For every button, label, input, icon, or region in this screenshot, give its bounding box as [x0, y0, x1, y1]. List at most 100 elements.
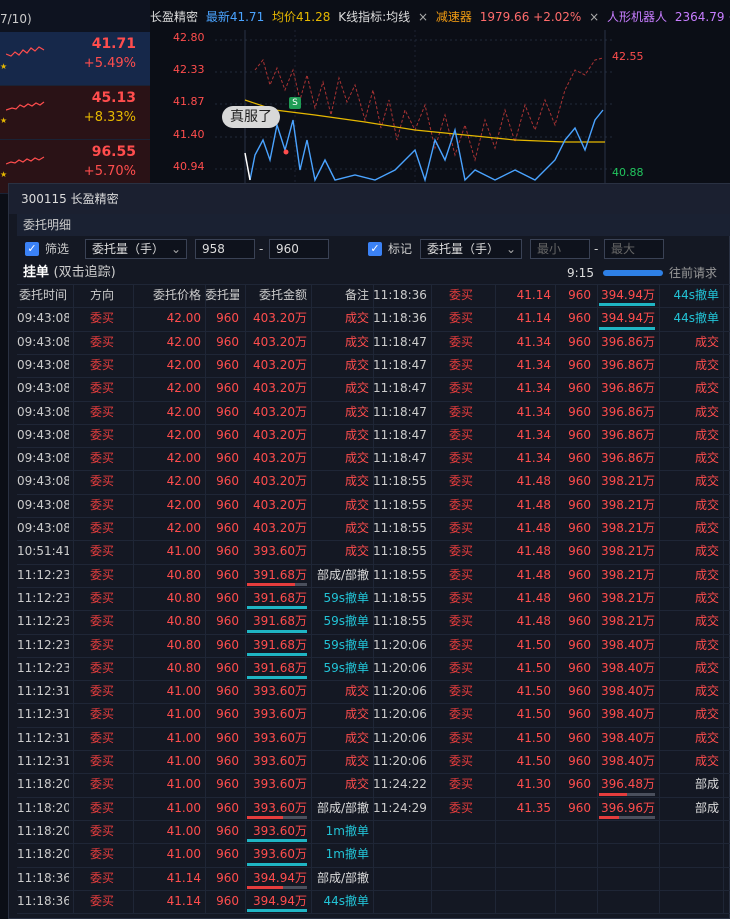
- left-cell-time[interactable]: 11:18:20: [17, 773, 69, 796]
- header-avg: 均价41.28: [272, 10, 331, 24]
- mark-min-input[interactable]: 最小: [530, 239, 590, 259]
- right-cell-time[interactable]: 11:18:55: [373, 517, 427, 540]
- left-cell-time[interactable]: 11:12:31: [17, 703, 69, 726]
- left-cell-remark: 成交: [344, 497, 369, 512]
- request-earlier-button[interactable]: 往前请求: [669, 262, 717, 284]
- right-cell-direction: 委买: [448, 777, 473, 792]
- right-cell-time[interactable]: 11:20:06: [373, 750, 427, 773]
- right-cell-time[interactable]: 11:18:47: [373, 447, 427, 470]
- star-icon: ★: [0, 170, 8, 179]
- right-cell-price: 41.48: [516, 590, 551, 605]
- right-cell-time[interactable]: 11:20:06: [373, 727, 427, 750]
- right-cell-time[interactable]: 11:18:36: [373, 284, 427, 307]
- left-amount-marker: [247, 862, 307, 866]
- right-cell-price: 41.34: [516, 404, 551, 419]
- left-cell-direction: 委买: [89, 870, 114, 885]
- left-cell-time[interactable]: 10:51:41: [17, 540, 69, 563]
- watchlist-change: +8.33%: [83, 110, 136, 125]
- left-cell-time[interactable]: 11:18:36: [17, 867, 69, 890]
- left-cell-time[interactable]: 09:43:08: [17, 377, 69, 400]
- right-cell-price: 41.48: [516, 614, 551, 629]
- left-cell-direction: 委买: [89, 777, 114, 792]
- right-cell-direction: 委买: [448, 357, 473, 372]
- left-cell-time[interactable]: 09:43:08: [17, 494, 69, 517]
- left-cell-time[interactable]: 09:43:08: [17, 354, 69, 377]
- right-cell-time[interactable]: 11:18:55: [373, 564, 427, 587]
- left-cell-time[interactable]: 09:43:08: [17, 307, 69, 330]
- mark-checkbox[interactable]: ✓: [368, 242, 382, 256]
- right-cell-direction: 委买: [448, 474, 473, 489]
- left-cell-time[interactable]: 11:12:31: [17, 680, 69, 703]
- left-cell-price: 41.00: [166, 730, 201, 745]
- filter-min-input[interactable]: 958: [195, 239, 255, 259]
- left-cell-time[interactable]: 11:12:31: [17, 727, 69, 750]
- right-cell-price: 41.34: [516, 357, 551, 372]
- header-indicator[interactable]: K线指标:均线: [338, 10, 410, 24]
- close-icon[interactable]: ×: [418, 10, 428, 24]
- left-cell-time[interactable]: 11:12:23: [17, 634, 69, 657]
- right-cell-time[interactable]: 11:18:55: [373, 540, 427, 563]
- left-cell-time[interactable]: 11:18:20: [17, 797, 69, 820]
- right-cell-direction: 委买: [448, 497, 473, 512]
- close-icon[interactable]: ×: [589, 10, 599, 24]
- left-cell-time[interactable]: 11:18:20: [17, 820, 69, 843]
- mark-max-input[interactable]: 最大: [604, 239, 664, 259]
- right-cell-time[interactable]: 11:18:47: [373, 377, 427, 400]
- left-cell-time[interactable]: 11:12:23: [17, 564, 69, 587]
- left-cell-time[interactable]: 11:12:23: [17, 657, 69, 680]
- watchlist-item[interactable]: ★ 41.71 +5.49%: [0, 32, 150, 86]
- filter-field-select[interactable]: 委托量（手） ⌄: [85, 239, 187, 259]
- left-cell-remark: 成交: [344, 381, 369, 396]
- right-cell-time[interactable]: 11:18:47: [373, 331, 427, 354]
- left-cell-volume: 960: [216, 497, 239, 512]
- left-cell-time[interactable]: 09:43:08: [17, 331, 69, 354]
- left-cell-time[interactable]: 11:12:31: [17, 750, 69, 773]
- right-cell-direction: 委买: [448, 311, 473, 326]
- left-cell-price: 41.00: [166, 684, 201, 699]
- watchlist-price: 45.13: [91, 90, 136, 106]
- right-cell-time[interactable]: 11:18:47: [373, 401, 427, 424]
- left-cell-time[interactable]: 09:43:08: [17, 447, 69, 470]
- header-sector-1[interactable]: 减速器: [436, 10, 472, 24]
- filter-max-input[interactable]: 960: [269, 239, 329, 259]
- right-cell-volume: 960: [568, 777, 591, 792]
- left-cell-time[interactable]: 11:12:23: [17, 587, 69, 610]
- progress-bar: [603, 270, 663, 276]
- right-cell-time[interactable]: 11:18:47: [373, 424, 427, 447]
- left-cell-time[interactable]: 11:12:23: [17, 610, 69, 633]
- header-sector-2[interactable]: 人形机器人: [607, 10, 667, 24]
- right-cell-time[interactable]: 11:20:06: [373, 657, 427, 680]
- comment-bubble: 真服了: [222, 106, 280, 128]
- right-cell-time[interactable]: 11:18:47: [373, 354, 427, 377]
- col-header-price: 委托价格: [152, 288, 201, 302]
- left-cell-time[interactable]: 11:18:36: [17, 890, 69, 913]
- right-cell-time[interactable]: 11:20:06: [373, 680, 427, 703]
- right-cell-time[interactable]: 11:24:29: [373, 797, 427, 820]
- right-cell-time[interactable]: 11:18:55: [373, 610, 427, 633]
- right-cell-time[interactable]: 11:24:22: [373, 773, 427, 796]
- right-cell-time[interactable]: 11:20:06: [373, 703, 427, 726]
- right-cell-amount: 398.40万: [601, 660, 655, 675]
- left-cell-remark: 成交: [344, 730, 369, 745]
- right-cell-time[interactable]: 11:18:55: [373, 587, 427, 610]
- mark-field-select[interactable]: 委托量（手） ⌄: [420, 239, 522, 259]
- watchlist-item[interactable]: ★ 45.13 +8.33%: [0, 86, 150, 140]
- right-cell-time[interactable]: 11:18:55: [373, 494, 427, 517]
- right-cell-time[interactable]: 11:20:06: [373, 634, 427, 657]
- left-cell-amount: 403.20万: [253, 521, 307, 535]
- left-cell-time[interactable]: 09:43:08: [17, 424, 69, 447]
- left-cell-time[interactable]: 09:43:08: [17, 470, 69, 493]
- left-cell-remark: 成交: [344, 451, 369, 466]
- left-cell-volume: 960: [216, 357, 239, 372]
- left-cell-time[interactable]: 09:43:08: [17, 401, 69, 424]
- right-cell-time[interactable]: 11:18:55: [373, 470, 427, 493]
- left-cell-time[interactable]: 09:43:08: [17, 517, 69, 540]
- y-tick: 40.94: [173, 160, 205, 173]
- left-cell-time[interactable]: 11:18:20: [17, 843, 69, 866]
- right-cell-price: 41.48: [516, 544, 551, 559]
- right-cell-remark: 成交: [694, 567, 719, 582]
- filter-checkbox[interactable]: ✓: [25, 242, 39, 256]
- right-cell-time[interactable]: 11:18:36: [373, 307, 427, 330]
- left-cell-price: 41.14: [166, 870, 201, 885]
- right-cell-remark: 成交: [694, 660, 719, 675]
